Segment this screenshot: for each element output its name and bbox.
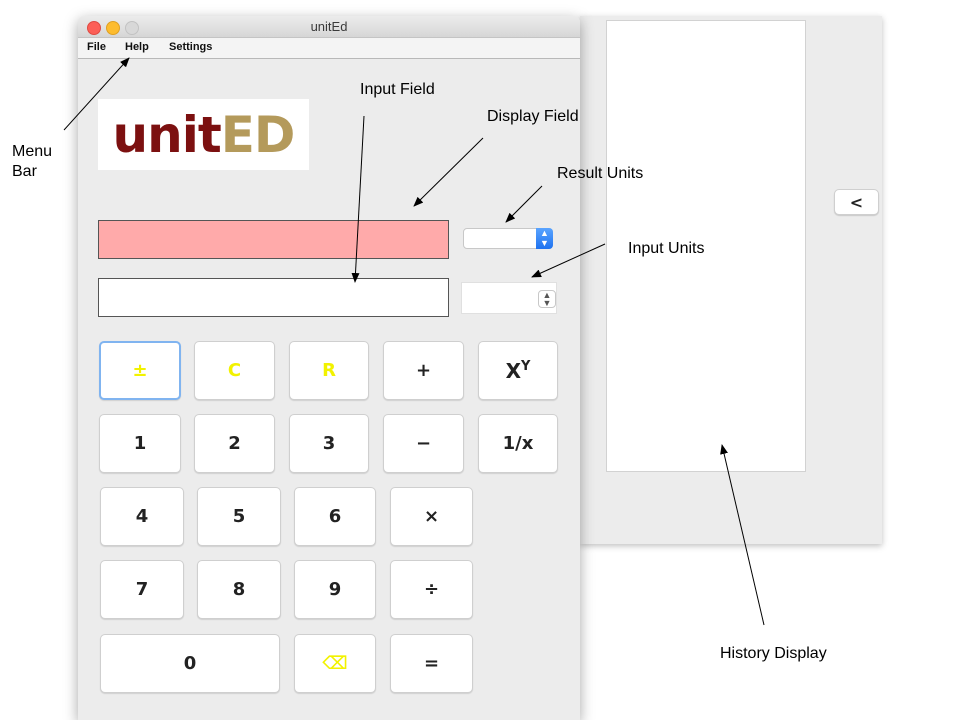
annotation-display-field: Display Field [487, 108, 579, 125]
annotation-input-field: Input Field [360, 81, 435, 98]
window-title: unitEd [310, 19, 348, 34]
logo-unit-text: unit [112, 105, 222, 164]
divide-button[interactable]: ÷ [390, 560, 473, 619]
clear-button[interactable]: C [194, 341, 275, 400]
result-units-chevron-icon: ▲ ▼ [536, 228, 553, 249]
multiply-button[interactable]: × [390, 487, 473, 546]
annotation-menu-bar-line1: Menu [12, 143, 53, 160]
backspace-button[interactable]: ⌫ [294, 634, 376, 693]
digit-1-button[interactable]: 1 [99, 414, 181, 473]
input-units-select[interactable]: ▲ ▼ [461, 282, 557, 314]
equals-button[interactable]: = [390, 634, 473, 693]
power-button[interactable]: XY [478, 341, 558, 400]
menu-file[interactable]: File [87, 41, 106, 53]
collapse-history-button[interactable]: < [834, 189, 879, 215]
logo-ed-text: ED [220, 105, 296, 164]
input-units-chevron-icon: ▲ ▼ [538, 290, 556, 308]
digit-9-button[interactable]: 9 [294, 560, 376, 619]
annotation-input-units: Input Units [628, 240, 705, 257]
input-field[interactable] [98, 278, 449, 317]
history-window: < [580, 16, 882, 544]
power-exponent-label: Y [521, 359, 531, 374]
plus-minus-button[interactable]: ± [99, 341, 181, 400]
annotation-menu-bar: Menu Bar [12, 142, 52, 182]
power-base-label: X [505, 358, 521, 383]
reset-button[interactable]: R [289, 341, 369, 400]
digit-6-button[interactable]: 6 [294, 487, 376, 546]
digit-0-button[interactable]: 0 [100, 634, 280, 693]
reciprocal-button[interactable]: 1/x [478, 414, 558, 473]
annotation-result-units: Result Units [557, 165, 644, 182]
title-bar: unitEd [78, 16, 580, 38]
add-button[interactable]: + [383, 341, 464, 400]
digit-7-button[interactable]: 7 [100, 560, 184, 619]
digit-2-button[interactable]: 2 [194, 414, 275, 473]
menu-help[interactable]: Help [125, 41, 149, 53]
annotation-menu-bar-line2: Bar [12, 163, 37, 180]
stage: < unitEd File Help Settings unit ED ▲ ▼ ▲ ▼… [0, 0, 960, 720]
annotation-history-display: History Display [720, 645, 827, 662]
digit-4-button[interactable]: 4 [100, 487, 184, 546]
menu-bar: File Help Settings [78, 38, 580, 59]
digit-5-button[interactable]: 5 [197, 487, 281, 546]
display-field [98, 220, 449, 259]
digit-8-button[interactable]: 8 [197, 560, 281, 619]
united-logo: unit ED [98, 99, 309, 170]
result-units-select[interactable]: ▲ ▼ [463, 228, 553, 249]
digit-3-button[interactable]: 3 [289, 414, 369, 473]
menu-settings[interactable]: Settings [169, 41, 212, 53]
subtract-button[interactable]: − [383, 414, 464, 473]
